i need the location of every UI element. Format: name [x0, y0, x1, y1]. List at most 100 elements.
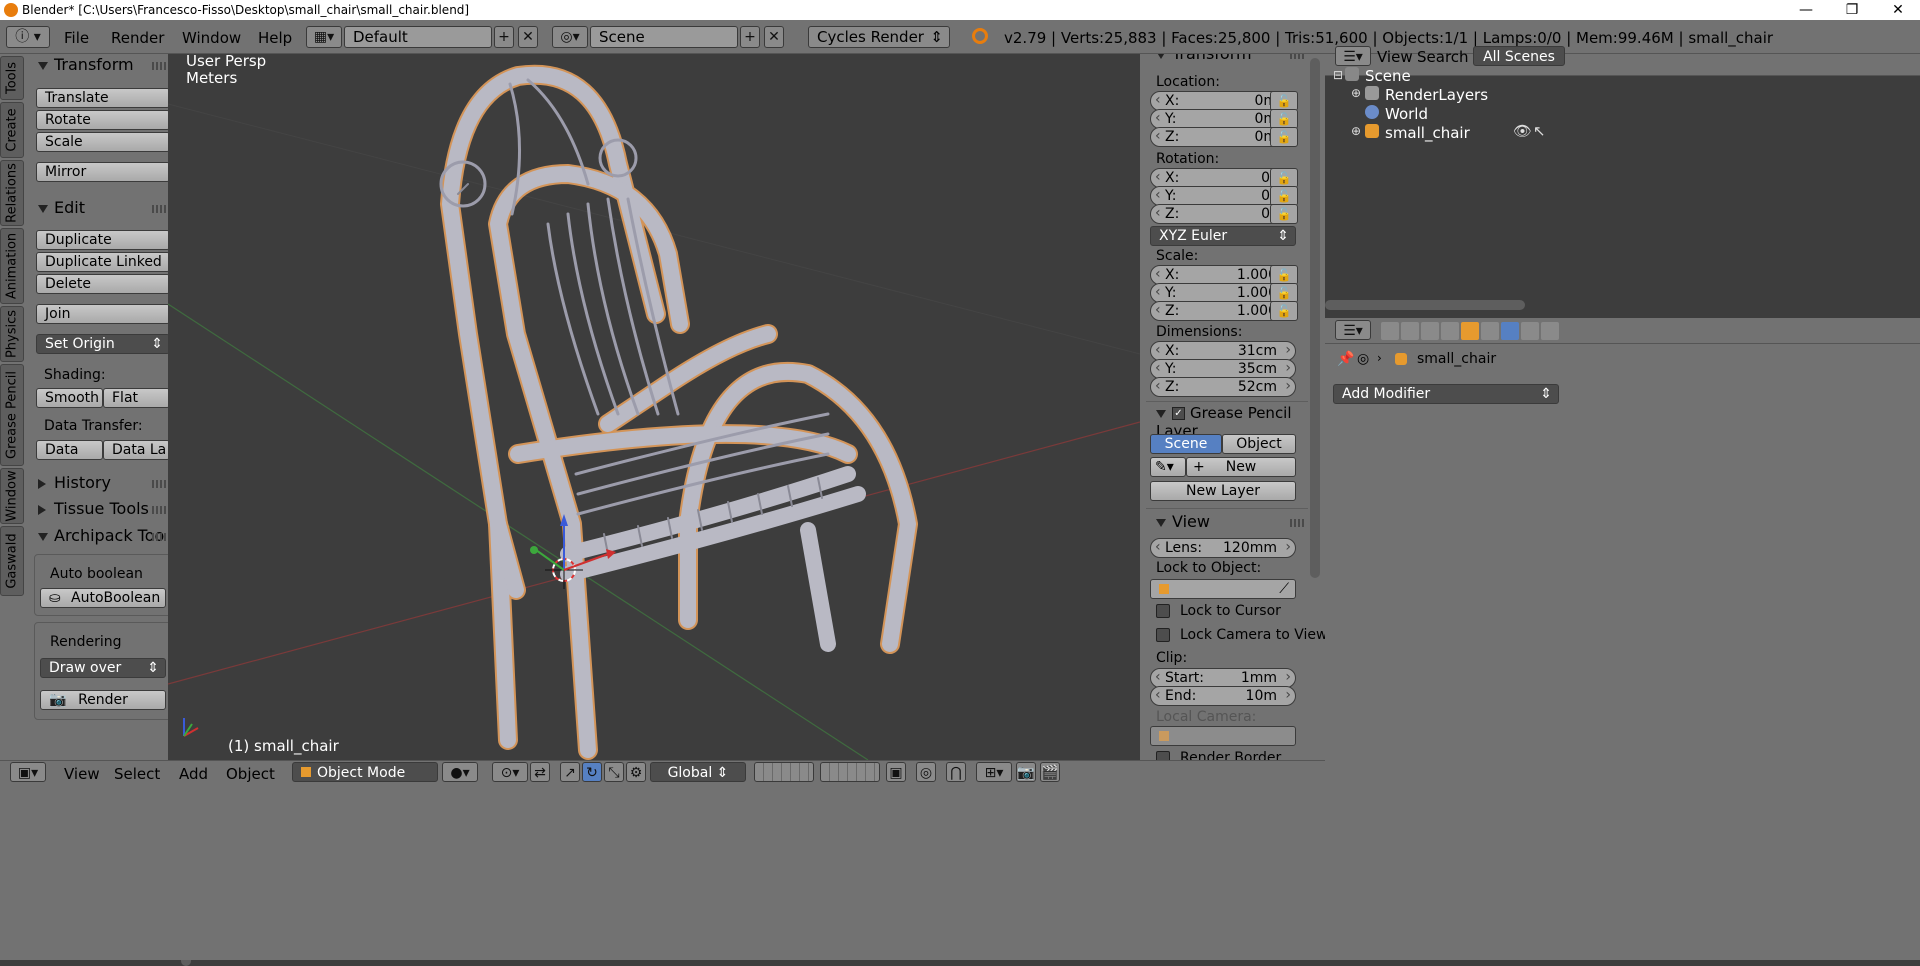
maximize-icon[interactable]: ❐ [1829, 0, 1875, 20]
outliner-item-scene[interactable]: Scene [1365, 67, 1411, 85]
world-tab-icon[interactable] [1441, 322, 1459, 340]
viewport-menu-select[interactable]: Select [114, 765, 160, 783]
scene-tab-icon[interactable] [1421, 322, 1439, 340]
tab-window[interactable]: Window [0, 468, 24, 524]
layout-browse-button[interactable]: ▦▾ [306, 26, 342, 48]
n-panel-scrollbar[interactable] [1310, 58, 1320, 578]
lock-location-y-icon[interactable]: 🔓 [1270, 109, 1298, 129]
tab-tools[interactable]: Tools [0, 56, 24, 100]
opengl-anim-icon[interactable]: 🎬 [1040, 762, 1060, 782]
scene-add-icon[interactable]: + [740, 26, 760, 48]
edit-panel-header[interactable]: Edit [38, 198, 85, 217]
scale-button[interactable]: Scale [36, 132, 170, 152]
expand-small-chair-icon[interactable]: ⊕ [1351, 124, 1361, 138]
history-panel-header[interactable]: History [38, 473, 111, 492]
mode-select[interactable]: Object Mode [292, 762, 438, 782]
grease-new-button[interactable]: + New [1186, 457, 1296, 477]
selectability-cursor-icon[interactable]: ↖ [1533, 122, 1546, 140]
scene-layers-grid-2[interactable] [820, 762, 880, 782]
viewport-editor-type-button[interactable]: ▣▾ [10, 762, 46, 782]
lock-rotation-x-icon[interactable]: 🔓 [1270, 168, 1298, 188]
clip-start-field[interactable]: Start: 1mm [1150, 668, 1296, 688]
layers-tab-icon[interactable] [1401, 322, 1419, 340]
outliner-scrollbar[interactable] [1325, 300, 1525, 310]
shade-flat-button[interactable]: Flat [103, 388, 170, 408]
tab-relations[interactable]: Relations [0, 160, 24, 226]
shade-smooth-button[interactable]: Smooth [36, 388, 103, 408]
scene-field[interactable]: Scene [590, 26, 738, 48]
properties-editor-type-button[interactable]: ☰▾ [1335, 320, 1371, 340]
manipulator-settings-icon[interactable]: ⚙ [626, 762, 646, 782]
scene-layers-grid[interactable] [754, 762, 814, 782]
autoboolean-button[interactable]: AutoBoolean ⛀ [40, 588, 166, 608]
grease-scene-button[interactable]: Scene [1150, 434, 1222, 454]
new-layer-button[interactable]: New Layer [1150, 481, 1296, 501]
collapse-scene-icon[interactable]: ⊟ [1333, 68, 1343, 82]
duplicate-linked-button[interactable]: Duplicate Linked [36, 252, 170, 272]
n-transform-header[interactable]: Transform [1156, 54, 1252, 63]
rotate-button[interactable]: Rotate [36, 110, 170, 130]
translate-button[interactable]: Translate [36, 88, 170, 108]
tissue-tools-panel-header[interactable]: Tissue Tools [38, 499, 149, 518]
viewport-menu-add[interactable]: Add [179, 765, 208, 783]
outliner-editor-type-button[interactable]: ☰▾ [1335, 46, 1371, 66]
tab-animation[interactable]: Animation [0, 228, 24, 304]
tab-gaswald[interactable]: Gaswald [0, 526, 24, 596]
translate-manipulator-icon[interactable]: ↗ [560, 762, 580, 782]
shading-select[interactable]: ●▾ [442, 762, 478, 782]
render-tab-icon[interactable] [1381, 322, 1399, 340]
viewport-menu-object[interactable]: Object [226, 765, 275, 783]
layout-remove-icon[interactable]: ✕ [518, 26, 538, 48]
panel-grip-icon[interactable] [152, 506, 168, 514]
snap-element-select[interactable]: ⊞▾ [976, 762, 1012, 782]
3d-viewport[interactable]: User Persp Meters (1) small_chair [168, 54, 1140, 760]
data-layout-button[interactable]: Data La [103, 440, 170, 460]
data-transfer-button[interactable]: Data [36, 440, 103, 460]
object-tab-icon[interactable] [1461, 322, 1479, 340]
lock-scale-x-icon[interactable]: 🔓 [1270, 265, 1298, 285]
manipulator-toggle-icon[interactable]: ⇄ [530, 762, 550, 782]
panel-grip-icon[interactable] [152, 480, 168, 488]
panel-grip-icon[interactable] [152, 62, 168, 70]
outliner-item-world[interactable]: World [1385, 105, 1428, 123]
layout-field[interactable]: Default [344, 26, 492, 48]
menu-file[interactable]: File [64, 29, 89, 47]
scene-remove-icon[interactable]: ✕ [764, 26, 784, 48]
pivot-point-select[interactable]: ⊙▾ [492, 762, 528, 782]
rotate-manipulator-icon[interactable]: ↻ [582, 762, 602, 782]
clip-end-field[interactable]: End: 10m [1150, 686, 1296, 706]
dimensions-x-field[interactable]: X: 31cm [1150, 341, 1296, 361]
transform-panel-header[interactable]: Transform [38, 55, 134, 74]
outliner-item-small-chair[interactable]: small_chair [1385, 124, 1470, 142]
layout-add-icon[interactable]: + [494, 26, 514, 48]
archipack-panel-header[interactable]: Archipack Too [38, 526, 164, 545]
tab-grease-pencil[interactable]: Grease Pencil [0, 364, 24, 466]
data-tab-icon[interactable] [1521, 322, 1539, 340]
menu-window[interactable]: Window [182, 29, 241, 47]
rotation-mode-select[interactable]: XYZ Euler ⇕ [1150, 226, 1296, 246]
dimensions-z-field[interactable]: Z: 52cm [1150, 377, 1296, 397]
lock-object-field[interactable]: ⟋ [1150, 579, 1296, 599]
material-tab-icon[interactable] [1541, 322, 1559, 340]
panel-grip-icon[interactable] [152, 533, 168, 541]
scale-manipulator-icon[interactable]: ⤡ [604, 762, 624, 782]
orientation-select[interactable]: Global ⇕ [650, 762, 746, 782]
close-icon[interactable]: ✕ [1875, 0, 1920, 20]
tab-create[interactable]: Create [0, 102, 24, 158]
visibility-eye-icon[interactable]: 👁 [1513, 122, 1532, 140]
grease-object-button[interactable]: Object [1222, 434, 1296, 454]
opengl-render-icon[interactable]: 📷 [1016, 762, 1036, 782]
lock-location-z-icon[interactable]: 🔓 [1270, 127, 1298, 147]
expand-renderlayers-icon[interactable]: ⊕ [1351, 86, 1361, 100]
join-button[interactable]: Join [36, 304, 170, 324]
lock-rotation-y-icon[interactable]: 🔓 [1270, 186, 1298, 206]
lock-location-x-icon[interactable]: 🔓 [1270, 91, 1298, 111]
dimensions-y-field[interactable]: Y: 35cm [1150, 359, 1296, 379]
lock-to-cursor-checkbox[interactable] [1156, 604, 1170, 618]
menu-render[interactable]: Render [111, 29, 164, 47]
panel-grip-icon[interactable] [152, 205, 168, 213]
layer-lock-icon[interactable]: ▣ [886, 762, 906, 782]
render-engine-select[interactable]: Cycles Render ⇕ [808, 26, 950, 48]
outliner-filter-select[interactable]: All Scenes [1473, 46, 1565, 66]
constraints-tab-icon[interactable] [1481, 322, 1499, 340]
